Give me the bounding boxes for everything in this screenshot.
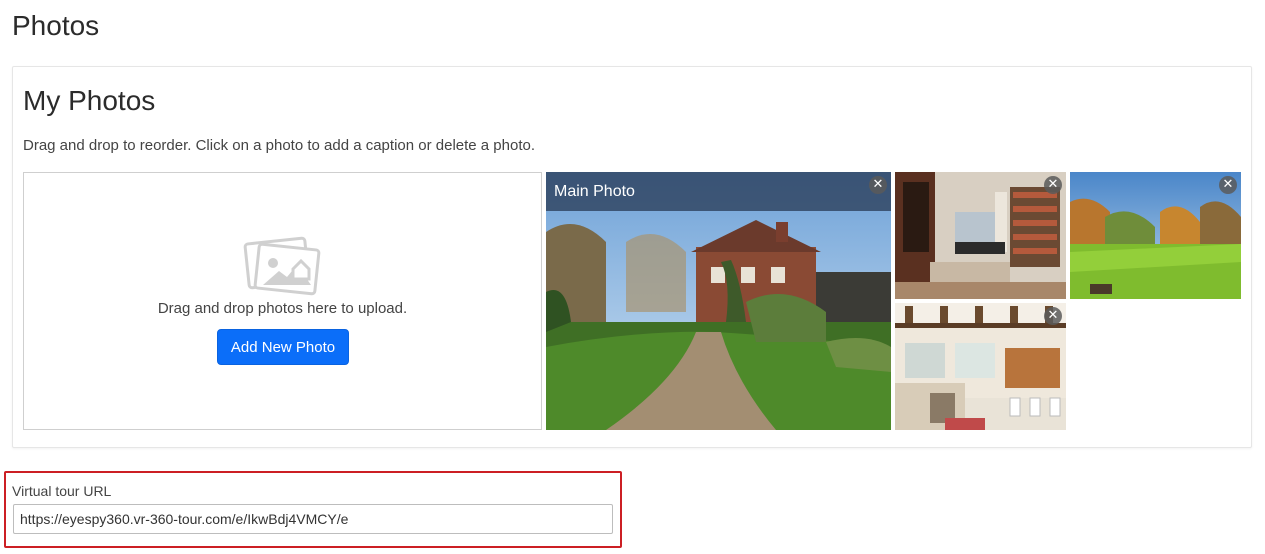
garden-image xyxy=(1070,172,1241,299)
my-photos-card: My Photos Drag and drop to reorder. Clic… xyxy=(12,66,1252,448)
my-photos-instructions: Drag and drop to reorder. Click on a pho… xyxy=(23,137,536,154)
photo-dropzone[interactable]: Drag and drop photos here to upload. Add… xyxy=(23,172,542,430)
living-room-image xyxy=(895,172,1066,299)
photo-2[interactable]: ✕ xyxy=(895,172,1066,299)
kitchen-image xyxy=(895,303,1066,430)
dropzone-text: Drag and drop photos here to upload. xyxy=(157,300,408,317)
virtual-tour-label: Virtual tour URL xyxy=(12,483,112,499)
my-photos-title: My Photos xyxy=(23,85,156,116)
photo-4[interactable]: ✕ xyxy=(895,303,1066,430)
main-photo-caption: Main Photo xyxy=(546,172,891,211)
photo-main[interactable]: Main Photo ✕ xyxy=(546,172,891,430)
page-title: Photos xyxy=(12,10,100,41)
close-icon[interactable]: ✕ xyxy=(1044,176,1062,194)
photos-icon xyxy=(243,236,321,296)
close-icon[interactable]: ✕ xyxy=(1219,176,1237,194)
close-icon[interactable]: ✕ xyxy=(869,176,887,194)
photo-3[interactable]: ✕ xyxy=(1070,172,1241,299)
close-icon[interactable]: ✕ xyxy=(1044,307,1062,325)
add-new-photo-button[interactable]: Add New Photo xyxy=(217,329,349,365)
virtual-tour-url-input[interactable] xyxy=(13,504,613,534)
virtual-tour-section: Virtual tour URL xyxy=(4,471,622,548)
